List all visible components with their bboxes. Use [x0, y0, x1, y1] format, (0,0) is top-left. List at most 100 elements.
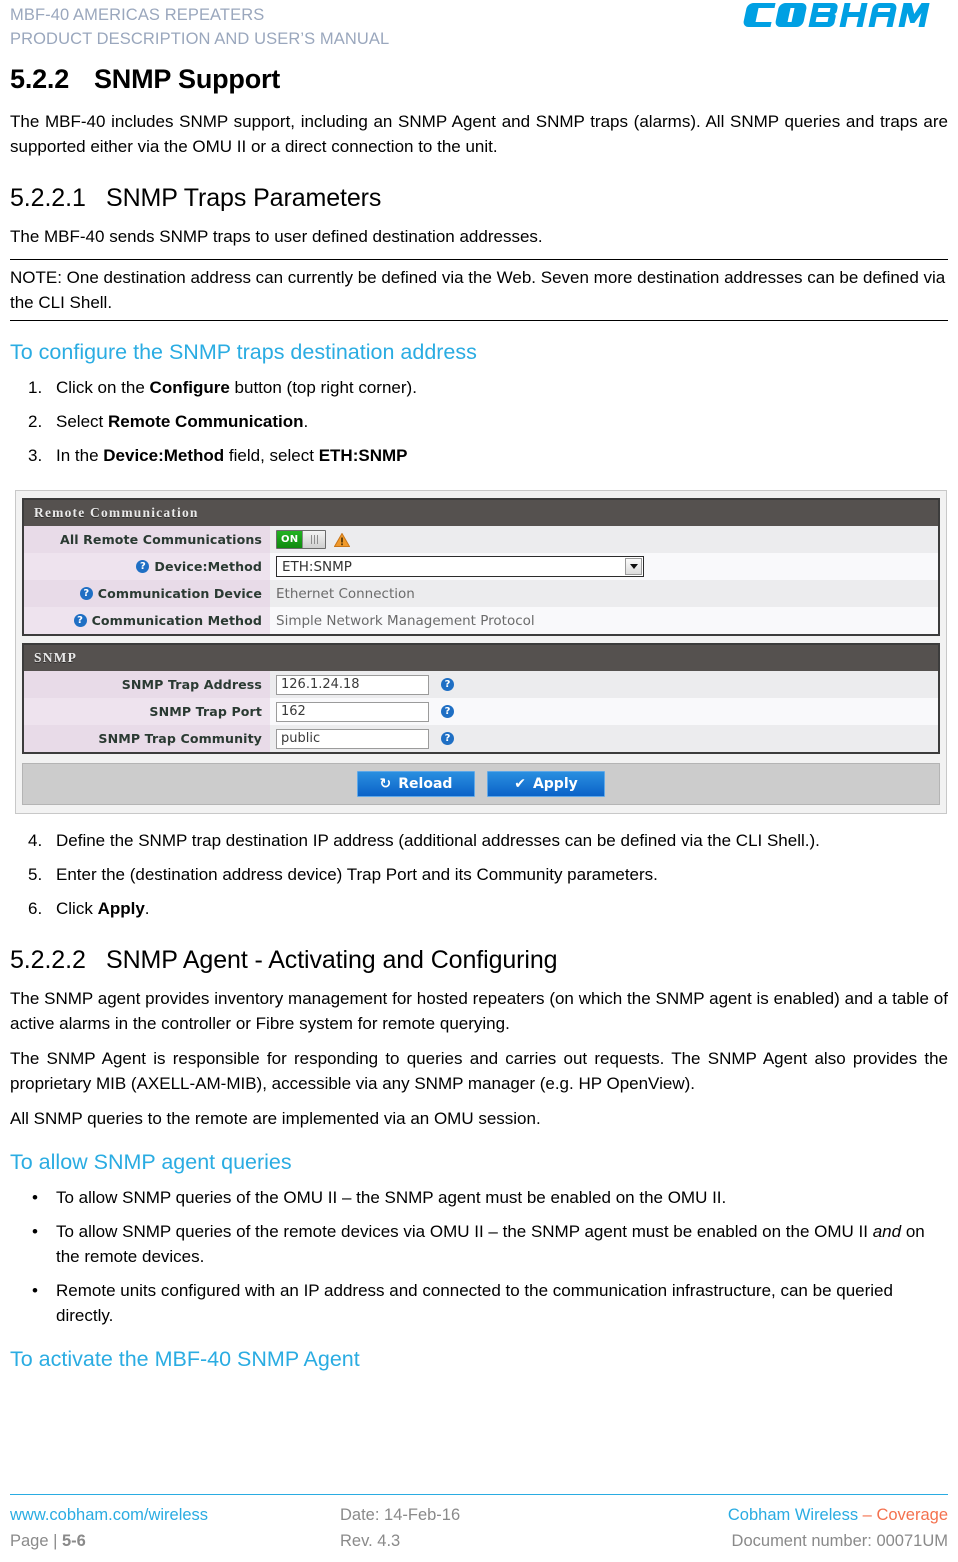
label-snmp-trap-port: SNMP Trap Port [24, 698, 270, 726]
heading-activate-agent: To activate the MBF-40 SNMP Agent [10, 1346, 360, 1371]
toggle-knob [302, 531, 326, 549]
footer-row-top: www.cobham.com/wireless Date: 14-Feb-16 … [10, 1502, 948, 1528]
step-text-bold-2: ETH:SNMP [318, 446, 408, 466]
list-item: 5. Enter the (destination address device)… [10, 862, 948, 887]
step-number: 6. [28, 899, 43, 919]
snmp-trap-port-input[interactable]: 162 [276, 701, 429, 722]
row-all-remote-communications: All Remote Communications ON [24, 526, 938, 554]
list-item: • To allow SNMP queries of the OMU II – t… [10, 1185, 948, 1210]
apply-button[interactable]: ✔ Apply [487, 771, 605, 798]
value-snmp-trap-address: 126.1.24.18 ? [270, 671, 938, 698]
list-item: 1. Click on the Configure button (top rig… [10, 375, 948, 400]
footer-page-prefix: Page | [10, 1532, 62, 1550]
step-text-post: button (top right corner). [229, 378, 417, 398]
paragraph-agent-1: The SNMP agent provides inventory manage… [10, 989, 948, 1034]
help-icon[interactable]: ? [441, 678, 454, 692]
help-icon[interactable]: ? [441, 705, 454, 719]
help-icon[interactable]: ? [441, 732, 454, 746]
bullet-marker: • [32, 1187, 38, 1207]
bullet-text-italic: and [872, 1221, 902, 1241]
list-item: • Remote units configured with an IP addr… [10, 1278, 948, 1328]
step-number: 1. [28, 378, 43, 398]
label-communication-device: ? Communication Device [24, 580, 270, 608]
label-snmp-trap-address: SNMP Trap Address [24, 671, 270, 699]
snmp-trap-address-input[interactable]: 126.1.24.18 [276, 674, 429, 695]
help-icon[interactable]: ? [79, 587, 93, 601]
help-icon[interactable]: ? [73, 614, 87, 628]
snmp-trap-community-input[interactable]: public [276, 728, 429, 749]
bullet-marker: • [32, 1280, 38, 1300]
row-communication-device: ? Communication Device Ethernet Connecti… [24, 580, 938, 608]
reload-button[interactable]: ↻ Reload [357, 771, 475, 798]
document-header: MBF-40 AMERICAS REPEATERS PRODUCT DESCRI… [10, 0, 948, 55]
cobham-logo-icon [743, 3, 930, 28]
help-icon[interactable]: ? [136, 560, 150, 574]
header-line-manual: PRODUCT DESCRIPTION AND USER’S MANUAL [10, 30, 390, 48]
heading-5-2-2-2-number: 5.2.2.2 [10, 946, 86, 975]
footer-website-link[interactable]: www.cobham.com/wireless [10, 1502, 340, 1528]
value-communication-method: Simple Network Management Protocol [276, 612, 535, 629]
heading-5-2-2-1: 5.2.2.1 SNMP Traps Parameters [10, 184, 948, 213]
bullet-text: To allow SNMP queries of the OMU II – th… [56, 1187, 727, 1207]
row-snmp-trap-port: SNMP Trap Port 162 ? [24, 698, 938, 726]
app-window: Remote Communication All Remote Communic… [15, 490, 947, 815]
label-all-remote-communications: All Remote Communications [24, 526, 270, 554]
document-footer: www.cobham.com/wireless Date: 14-Feb-16 … [10, 1494, 948, 1554]
heading-allow-queries: To allow SNMP agent queries [10, 1150, 292, 1175]
step-number: 5. [28, 865, 43, 885]
list-item: • To allow SNMP queries of the remote dev… [10, 1219, 948, 1269]
heading-configure-traps: To configure the SNMP traps destination … [10, 340, 477, 365]
check-icon: ✔ [514, 776, 526, 793]
heading-5-2-2-1-title: SNMP Traps Parameters [106, 184, 382, 213]
row-label-text: SNMP Trap Port [149, 704, 262, 720]
value-snmp-trap-community: public ? [270, 725, 938, 752]
step-text-post: . [303, 412, 309, 432]
step-text-bold: Configure [149, 378, 230, 398]
paragraph-intro: The MBF-40 includes SNMP support, includ… [10, 112, 948, 157]
step-text-mid: field, select [224, 446, 319, 466]
label-communication-method: ? Communication Method [24, 607, 270, 635]
panel-snmp: SNMP SNMP Trap Address 126.1.24.18 ? SNM… [22, 643, 940, 755]
reload-button-label: Reload [398, 776, 453, 793]
footer-date: Date: 14-Feb-16 [340, 1506, 461, 1524]
label-snmp-trap-community: SNMP Trap Community [24, 725, 270, 753]
action-bar: ↻ Reload ✔ Apply [22, 763, 940, 806]
row-device-method: ? Device:Method ETH:SNMP [24, 553, 938, 581]
row-label-text: SNMP Trap Community [98, 731, 262, 747]
row-label-text: SNMP Trap Address [121, 677, 262, 693]
footer-revision: Rev. 4.3 [340, 1532, 401, 1550]
warning-icon [334, 532, 351, 547]
step-text-pre: In the [56, 446, 104, 466]
footer-row-bottom: Page | 5-6 Rev. 4.3 Document number: 000… [10, 1528, 948, 1554]
panel-title-remote-communication: Remote Communication [24, 500, 938, 527]
panel-rows: SNMP Trap Address 126.1.24.18 ? SNMP Tra… [24, 671, 938, 753]
step-text-bold: Apply [97, 899, 145, 919]
bullet-list-allow-queries: • To allow SNMP queries of the OMU II – t… [10, 1185, 948, 1328]
steps-list-1-3: 1. Click on the Configure button (top rig… [10, 375, 948, 468]
bullet-text-pre: To allow SNMP queries of the remote devi… [56, 1221, 873, 1241]
bullet-marker: • [32, 1221, 38, 1241]
note-box: NOTE: One destination address can curren… [10, 259, 948, 322]
refresh-icon: ↻ [379, 776, 392, 793]
list-item: 4. Define the SNMP trap destination IP ad… [10, 828, 948, 853]
apply-button-label: Apply [532, 776, 578, 793]
footer-brand-separator: – [858, 1506, 877, 1524]
bullet-text: Remote units configured with an IP addre… [56, 1280, 893, 1325]
step-text-post: . [144, 899, 150, 919]
heading-5-2-2-title: SNMP Support [94, 64, 281, 94]
heading-5-2-2: 5.2.2 SNMP Support [10, 64, 948, 95]
all-remote-communications-toggle[interactable]: ON [276, 530, 327, 550]
step-text-pre: Select [56, 412, 108, 432]
step-text-bold: Remote Communication [107, 412, 304, 432]
footer-brand-name: Cobham Wireless [727, 1506, 859, 1524]
embedded-screenshot: Remote Communication All Remote Communic… [15, 490, 947, 815]
paragraph-agent-2: The SNMP Agent is responsible for respon… [10, 1049, 948, 1094]
paragraph-agent-3: All SNMP queries to the remote are imple… [10, 1109, 541, 1129]
chevron-down-icon[interactable] [625, 558, 642, 576]
value-all-remote-communications: ON [270, 526, 938, 553]
value-device-method: ETH:SNMP [270, 553, 938, 580]
row-label-text: All Remote Communications [59, 532, 262, 548]
paragraph-traps: The MBF-40 sends SNMP traps to user defi… [10, 227, 543, 247]
list-item: 6. Click Apply. [10, 896, 948, 921]
device-method-select[interactable]: ETH:SNMP [276, 556, 644, 578]
